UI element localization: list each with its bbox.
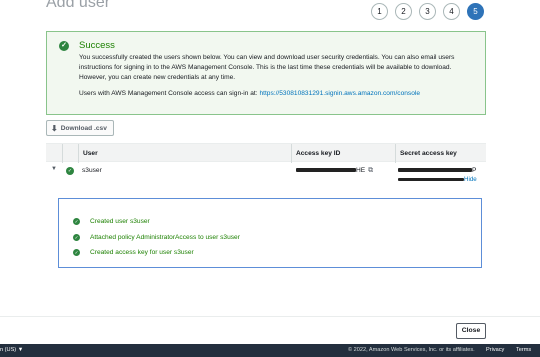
step-2[interactable]: 2 [395, 3, 412, 20]
signin-prefix: Users with AWS Management Console access… [79, 90, 258, 97]
secret-suffix: P [472, 167, 477, 174]
download-csv-button[interactable]: ⬇ Download .csv [46, 120, 114, 136]
redacted-secret-key-line-2 [398, 177, 464, 181]
access-key-suffix: HE [356, 167, 366, 174]
column-header-user: User [78, 144, 291, 163]
copy-icon[interactable]: ⧉ [368, 167, 373, 174]
row-secret-access-key: P Hide [398, 166, 477, 190]
list-item: ✓ Created access key for user s3user [73, 245, 481, 261]
success-alert: ✓ Success You successfully created the u… [46, 31, 486, 115]
close-button[interactable]: Close [456, 323, 486, 339]
list-item: ✓ Attached policy AdministratorAccess to… [73, 230, 481, 246]
step-3[interactable]: 3 [419, 3, 436, 20]
detail-text: Created access key for user s3user [90, 249, 194, 257]
success-title: Success [79, 40, 115, 51]
hide-secret-link[interactable]: Hide [464, 176, 477, 183]
privacy-link[interactable]: Privacy [486, 344, 504, 357]
success-message: You successfully created the users shown… [79, 54, 455, 81]
users-table-header: User Access key ID Secret access key [46, 143, 486, 163]
check-circle-icon: ✓ [73, 218, 80, 226]
copyright-text: © 2022, Amazon Web Services, Inc. or its… [348, 347, 475, 353]
divider [0, 316, 540, 317]
step-5-current: 5 [467, 3, 484, 20]
column-header-secret-access-key: Secret access key [395, 144, 486, 163]
download-label: Download .csv [60, 124, 107, 132]
wizard-steps: 1 2 3 4 5 [371, 3, 484, 20]
signin-info: Users with AWS Management Console access… [79, 90, 475, 97]
caret-down-icon[interactable]: ▼ [51, 166, 57, 172]
step-1[interactable]: 1 [371, 3, 388, 20]
detail-text: Attached policy AdministratorAccess to u… [90, 233, 240, 241]
download-icon: ⬇ [51, 123, 58, 133]
redacted-secret-key [398, 168, 472, 173]
language-selector[interactable]: n (US) ▼ [0, 344, 23, 357]
page-title: Add user [46, 0, 111, 11]
signin-url-link[interactable]: https://530810831291.signin.aws.amazon.c… [259, 90, 420, 97]
terms-link[interactable]: Terms [516, 344, 531, 357]
check-circle-icon: ✓ [73, 249, 80, 257]
creation-details-panel: ✓ Created user s3user ✓ Attached policy … [58, 198, 482, 268]
row-access-key-id: HE ⧉ [296, 162, 373, 186]
table-row: ▼ ✓ s3user HE ⧉ P Hide [46, 162, 486, 186]
row-user: s3user [82, 167, 102, 174]
check-circle-icon: ✓ [66, 167, 74, 175]
check-circle-icon: ✓ [59, 41, 69, 51]
column-header-access-key-id: Access key ID [291, 144, 395, 163]
list-item: ✓ Created user s3user [73, 214, 481, 230]
console-footer: n (US) ▼ © 2022, Amazon Web Services, In… [0, 344, 540, 357]
check-circle-icon: ✓ [73, 233, 80, 241]
step-4[interactable]: 4 [443, 3, 460, 20]
redacted-access-key [296, 168, 356, 173]
detail-text: Created user s3user [90, 218, 150, 226]
